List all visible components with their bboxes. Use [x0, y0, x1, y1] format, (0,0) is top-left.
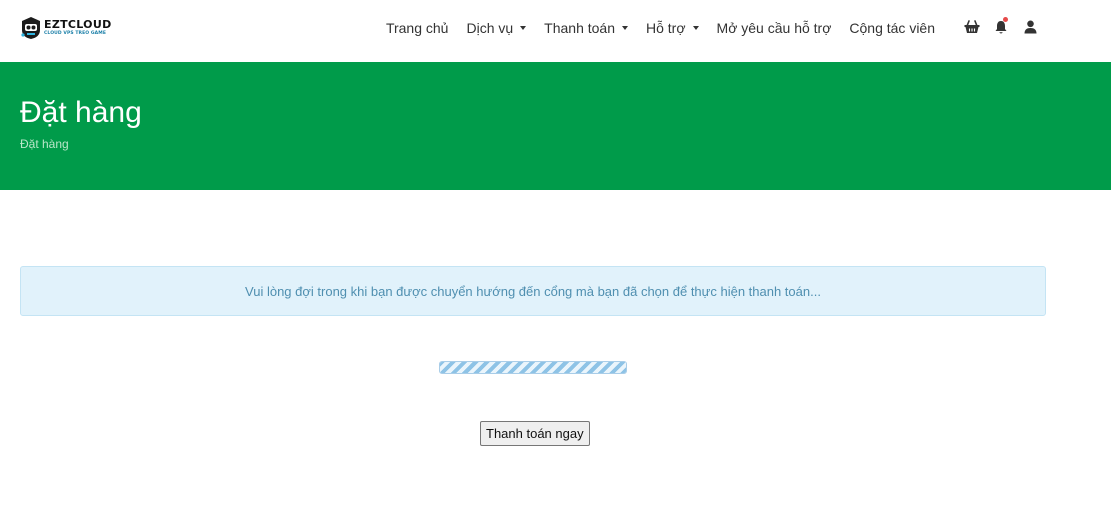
redirect-progress-bar: [439, 361, 627, 374]
nav-item-label: Trang chủ: [385, 20, 449, 36]
bell-icon[interactable]: [992, 17, 1010, 37]
page-title: Đặt hàng: [20, 96, 142, 129]
main-nav: Trang chủ Dịch vụ Thanh toán Hỗ trợ Mở y…: [368, 0, 935, 56]
nav-item-label: Mở yêu cầu hỗ trợ: [716, 20, 832, 36]
nav-item-label: Dịch vụ: [466, 20, 514, 36]
brand-name: EZTCLOUD: [44, 18, 112, 32]
logo-mascot-icon: [20, 16, 42, 40]
nav-item-affiliates[interactable]: Cộng tác viên: [849, 20, 935, 36]
progress-fill: [440, 362, 626, 373]
breadcrumb: Đặt hàng: [20, 137, 69, 151]
nav-item-billing[interactable]: Thanh toán: [544, 20, 628, 36]
caret-down-icon: [520, 26, 527, 30]
nav-icons: [963, 17, 1050, 37]
nav-item-label: Hỗ trợ: [646, 20, 686, 36]
nav-item-open-ticket[interactable]: Mở yêu cầu hỗ trợ: [717, 20, 832, 36]
brand-tagline: CLOUD VPS TREO GAME: [44, 31, 107, 37]
redirect-info-alert: Vui lòng đợi trong khi bạn được chuyển h…: [20, 266, 1046, 316]
navbar: EZTCLOUD CLOUD VPS TREO GAME Trang chủ D…: [0, 0, 1111, 62]
nav-item-label: Cộng tác viên: [849, 20, 935, 36]
nav-item-support[interactable]: Hỗ trợ: [646, 20, 699, 36]
notification-dot: [1003, 17, 1008, 22]
caret-down-icon: [692, 26, 699, 30]
nav-item-home[interactable]: Trang chủ: [386, 20, 449, 36]
page-header-banner: Đặt hàng Đặt hàng: [0, 62, 1111, 190]
alert-message: Vui lòng đợi trong khi bạn được chuyển h…: [245, 283, 821, 299]
nav-item-label: Thanh toán: [544, 20, 615, 36]
pay-now-button[interactable]: Thanh toán ngay: [480, 421, 590, 446]
nav-item-services[interactable]: Dịch vụ: [466, 20, 527, 36]
brand-logo[interactable]: EZTCLOUD CLOUD VPS TREO GAME: [20, 13, 116, 43]
caret-down-icon: [622, 26, 628, 30]
basket-icon[interactable]: [963, 17, 981, 37]
user-icon[interactable]: [1021, 17, 1039, 37]
